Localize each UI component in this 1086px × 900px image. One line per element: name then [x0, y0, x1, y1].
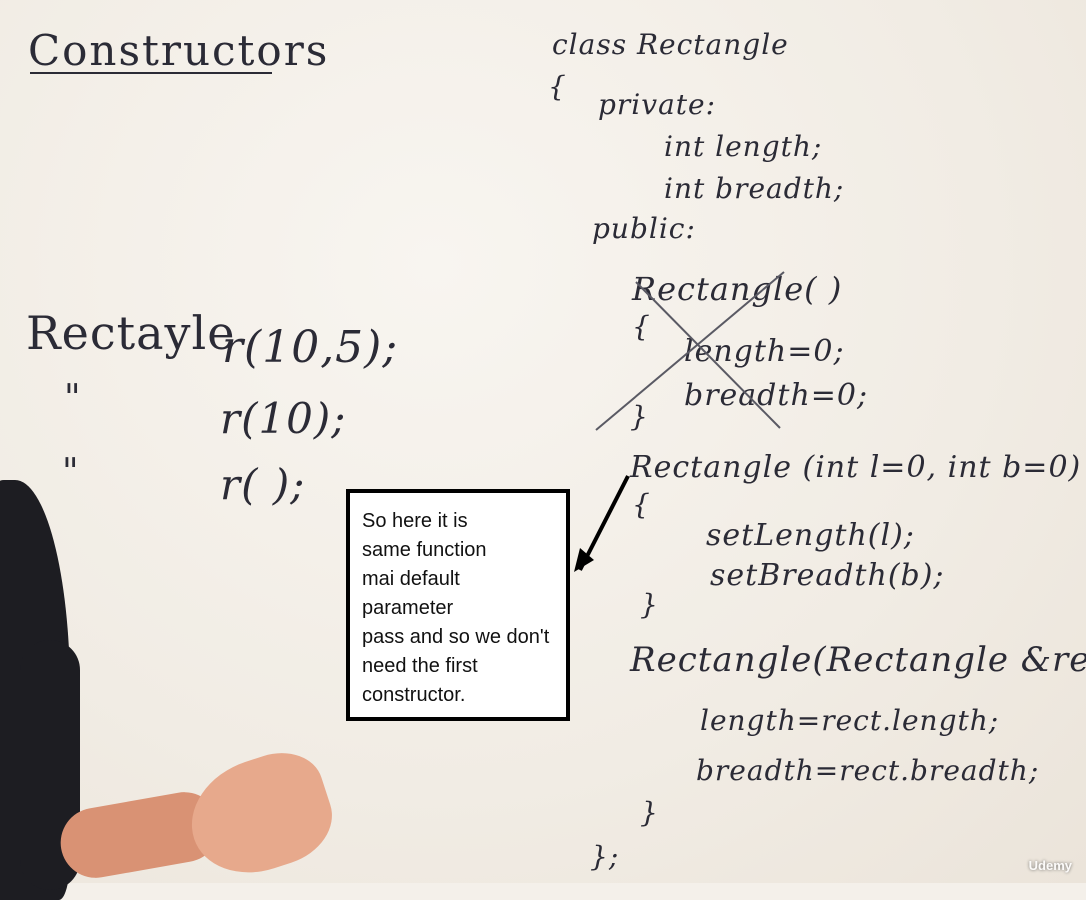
code-line: setLength(l);: [706, 518, 915, 553]
callout-line: same function: [362, 539, 487, 561]
code-line: };: [590, 840, 620, 873]
callout-line: constructor.: [362, 684, 466, 706]
code-line: {: [632, 310, 651, 343]
code-line: breadth=0;: [684, 378, 869, 413]
code-line: }: [630, 400, 649, 433]
code-line: }: [640, 796, 659, 829]
code-line: length=0;: [684, 334, 845, 369]
callout-line: mai default: [362, 568, 460, 590]
callout-line: need the first: [362, 655, 478, 677]
callout-line: parameter: [362, 597, 454, 619]
constructor-call-2: r(10);: [220, 394, 347, 443]
code-line: int breadth;: [664, 172, 845, 205]
presenter-hand: [176, 741, 344, 889]
code-line: setBreadth(b);: [710, 558, 945, 593]
code-line: }: [640, 588, 659, 621]
ditto-mark-1: ": [64, 378, 82, 419]
title-underline: [30, 72, 272, 74]
code-line: private:: [598, 88, 717, 121]
code-line: {: [548, 70, 567, 103]
code-line: length=rect.length;: [700, 704, 1000, 737]
callout-line: So here it is: [362, 510, 468, 532]
code-line: breadth=rect.breadth;: [696, 754, 1040, 787]
constructor-call-1: r(10,5);: [222, 322, 399, 373]
board-title: Constructors: [28, 26, 330, 75]
ditto-mark-2: ": [62, 452, 80, 493]
object-type-label: Rectayle: [26, 306, 236, 360]
arrow-head: [574, 548, 594, 572]
callout-line: pass and so we don't: [362, 626, 550, 648]
code-line: Rectangle (int l=0, int b=0): [630, 450, 1082, 485]
code-line: class Rectangle: [552, 28, 789, 61]
annotation-callout: So here it is same function mai default …: [346, 489, 570, 721]
code-line: {: [632, 488, 651, 521]
strikeout-cross: [574, 271, 785, 572]
whiteboard: Constructors Rectayle r(10,5); " r(10); …: [0, 0, 1086, 900]
code-line: Rectangle( ): [632, 270, 843, 308]
code-line: Rectangle(Rectangle &rect): [630, 640, 1086, 680]
code-line: int length;: [664, 130, 823, 163]
constructor-call-3: r( );: [220, 460, 306, 509]
udemy-watermark: Udemy: [1028, 858, 1072, 873]
code-line: public:: [592, 212, 696, 245]
callout-arrow: [578, 475, 630, 571]
